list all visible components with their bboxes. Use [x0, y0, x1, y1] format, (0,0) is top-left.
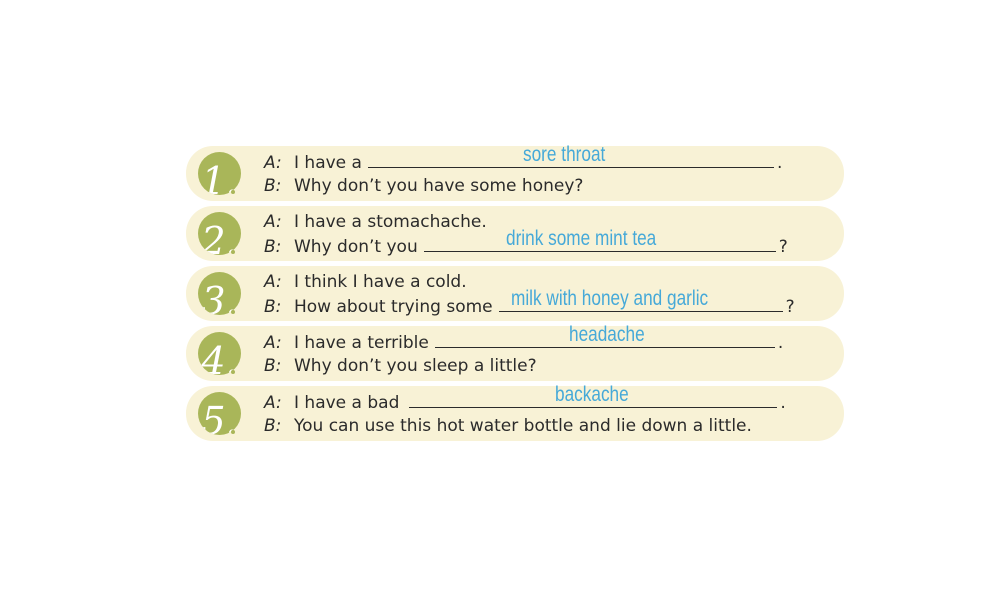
line-b-text: Why don’t you have some honey?	[294, 176, 584, 196]
dialogue-item-4: 4. A: I have a terrible headache . B: Wh…	[186, 323, 844, 381]
line-a: A: I think I have a cold.	[264, 270, 467, 294]
answer-blank[interactable]: backache	[409, 383, 778, 408]
speaker-a-label: A:	[264, 272, 282, 292]
line-b-text: How about trying some	[294, 297, 493, 317]
number-badge-1: 1.	[198, 152, 241, 195]
badge-dot	[231, 250, 235, 254]
line-a: A: I have a stomachache.	[264, 210, 487, 234]
badge-dot	[231, 430, 235, 434]
dialogue-item-3: 3. A: I think I have a cold. B: How abou…	[186, 266, 844, 321]
answer-text: headache	[568, 323, 645, 346]
number-badge-2: 2.	[198, 212, 241, 255]
line-a: A: I have a bad backache .	[264, 383, 786, 414]
line-b-text: Why don’t you sleep a little?	[294, 356, 537, 376]
answer-blank[interactable]: drink some mint tea	[423, 227, 776, 252]
badge-dot	[231, 190, 235, 194]
line-b: B: Why don’t you drink some mint tea ?	[264, 227, 788, 258]
answer-text: drink some mint tea	[505, 227, 656, 250]
line-a-end: .	[776, 153, 783, 173]
speaker-b-label: B:	[264, 416, 282, 436]
speaker-b-label: B:	[264, 237, 282, 257]
speaker-b-label: B:	[264, 176, 282, 196]
answer-text: backache	[555, 383, 630, 406]
answer-blank[interactable]: headache	[434, 323, 775, 348]
dialogue-item-2: 2. A: I have a stomachache. B: Why don’t…	[186, 206, 844, 261]
line-b-text: Why don’t you	[294, 237, 418, 257]
line-b-end: ?	[785, 297, 795, 317]
line-b-end: ?	[778, 237, 788, 257]
line-a-text: I have a bad	[294, 393, 400, 413]
line-b: B: Why don’t you sleep a little?	[264, 354, 537, 378]
item-number: 1.	[201, 159, 238, 195]
dialogue-item-5: 5. A: I have a bad backache . B: You can…	[186, 383, 844, 441]
line-a-text: I have a	[294, 153, 362, 173]
number-badge-4: 4.	[198, 332, 241, 375]
line-a: A: I have a terrible headache .	[264, 323, 784, 354]
badge-dot	[231, 370, 235, 374]
answer-blank[interactable]: sore throat	[367, 143, 774, 168]
answer-text: milk with honey and garlic	[510, 287, 708, 310]
number-badge-5: 5.	[198, 392, 241, 435]
line-b: B: You can use this hot water bottle and…	[264, 414, 752, 438]
item-number: 2.	[201, 219, 238, 255]
line-a-end: .	[780, 393, 786, 413]
item-number: 4.	[201, 339, 238, 375]
speaker-a-label: A:	[264, 393, 282, 413]
dialogue-item-1: 1. A: I have a sore throat . B: Why don’…	[186, 143, 844, 201]
answer-text: sore throat	[522, 143, 606, 166]
answer-blank[interactable]: milk with honey and garlic	[498, 287, 783, 312]
speaker-a-label: A:	[264, 153, 282, 173]
speaker-b-label: B:	[264, 356, 282, 376]
line-a-end: .	[777, 333, 784, 353]
line-a-text: I have a terrible	[294, 333, 429, 353]
line-a-text: I have a stomachache.	[294, 212, 487, 232]
line-b: B: How about trying some milk with honey…	[264, 287, 795, 318]
speaker-a-label: A:	[264, 212, 282, 232]
item-number: 3.	[201, 279, 238, 315]
speaker-b-label: B:	[264, 297, 282, 317]
speaker-a-label: A:	[264, 333, 282, 353]
line-a-text: I think I have a cold.	[294, 272, 467, 292]
line-a: A: I have a sore throat .	[264, 143, 783, 174]
line-b: B: Why don’t you have some honey?	[264, 174, 583, 198]
number-badge-3: 3.	[198, 272, 241, 315]
dialogue-exercise: 1. A: I have a sore throat . B: Why don’…	[186, 143, 844, 446]
item-number: 5.	[201, 399, 238, 435]
line-b-text: You can use this hot water bottle and li…	[294, 416, 752, 436]
badge-dot	[231, 310, 235, 314]
